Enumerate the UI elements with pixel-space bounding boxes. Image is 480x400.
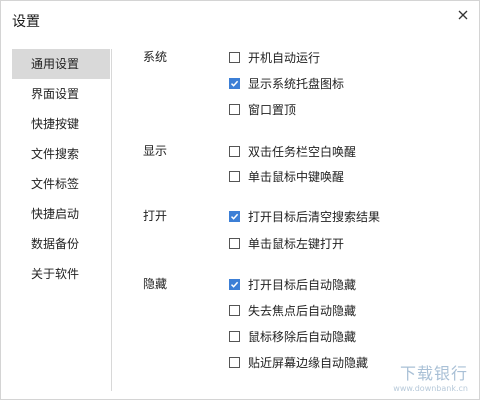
check-icon xyxy=(230,281,239,288)
checkbox-box[interactable] xyxy=(229,330,240,342)
checkbox-box[interactable] xyxy=(229,210,240,222)
checkbox-tray-icon[interactable]: 显示系统托盘图标 xyxy=(229,75,344,91)
checkbox-label: 双击任务栏空白唤醒 xyxy=(248,144,357,159)
checkbox-single-click-open[interactable]: 单击鼠标左键打开 xyxy=(229,235,344,251)
checkbox-box[interactable] xyxy=(229,103,240,115)
section-label-system: 系统 xyxy=(143,50,168,64)
checkbox-auto-start[interactable]: 开机自动运行 xyxy=(229,49,320,65)
section-label-hide: 隐藏 xyxy=(143,277,168,291)
checkbox-middle-click-wake[interactable]: 单击鼠标中键唤醒 xyxy=(229,168,344,184)
checkbox-label: 显示系统托盘图标 xyxy=(248,76,345,91)
checkbox-box[interactable] xyxy=(229,77,240,89)
checkbox-label: 单击鼠标中键唤醒 xyxy=(248,169,345,184)
checkbox-label: 鼠标移除后自动隐藏 xyxy=(248,329,357,344)
check-icon xyxy=(230,80,239,87)
checkbox-clear-results-on-open[interactable]: 打开目标后清空搜索结果 xyxy=(229,208,380,224)
checkbox-label: 窗口置顶 xyxy=(248,102,297,117)
checkbox-label: 失去焦点后自动隐藏 xyxy=(248,303,357,318)
checkbox-hide-on-blur[interactable]: 失去焦点后自动隐藏 xyxy=(229,302,356,318)
checkbox-hide-on-mouse-leave[interactable]: 鼠标移除后自动隐藏 xyxy=(229,328,356,344)
checkbox-box[interactable] xyxy=(229,145,240,157)
settings-content: 系统 开机自动运行 显示系统托盘图标 窗口置顶 显示 双击任务栏空白唤醒 单击鼠… xyxy=(0,0,478,398)
section-label-display: 显示 xyxy=(143,144,168,158)
checkbox-label: 单击鼠标左键打开 xyxy=(248,236,345,251)
checkbox-box[interactable] xyxy=(229,170,240,182)
checkbox-label: 打开目标后清空搜索结果 xyxy=(248,209,381,224)
checkbox-hide-at-screen-edge[interactable]: 贴近屏幕边缘自动隐藏 xyxy=(229,354,368,370)
checkbox-always-on-top[interactable]: 窗口置顶 xyxy=(229,101,296,117)
checkbox-label: 开机自动运行 xyxy=(248,50,321,65)
check-icon xyxy=(230,213,239,220)
checkbox-box[interactable] xyxy=(229,237,240,249)
checkbox-label: 打开目标后自动隐藏 xyxy=(248,277,357,292)
checkbox-box[interactable] xyxy=(229,304,240,316)
checkbox-label: 贴近屏幕边缘自动隐藏 xyxy=(248,355,369,370)
checkbox-double-click-taskbar[interactable]: 双击任务栏空白唤醒 xyxy=(229,143,356,159)
section-label-open: 打开 xyxy=(143,209,168,223)
checkbox-box[interactable] xyxy=(229,356,240,368)
checkbox-box[interactable] xyxy=(229,51,240,63)
checkbox-hide-after-open[interactable]: 打开目标后自动隐藏 xyxy=(229,276,356,292)
checkbox-box[interactable] xyxy=(229,278,240,290)
